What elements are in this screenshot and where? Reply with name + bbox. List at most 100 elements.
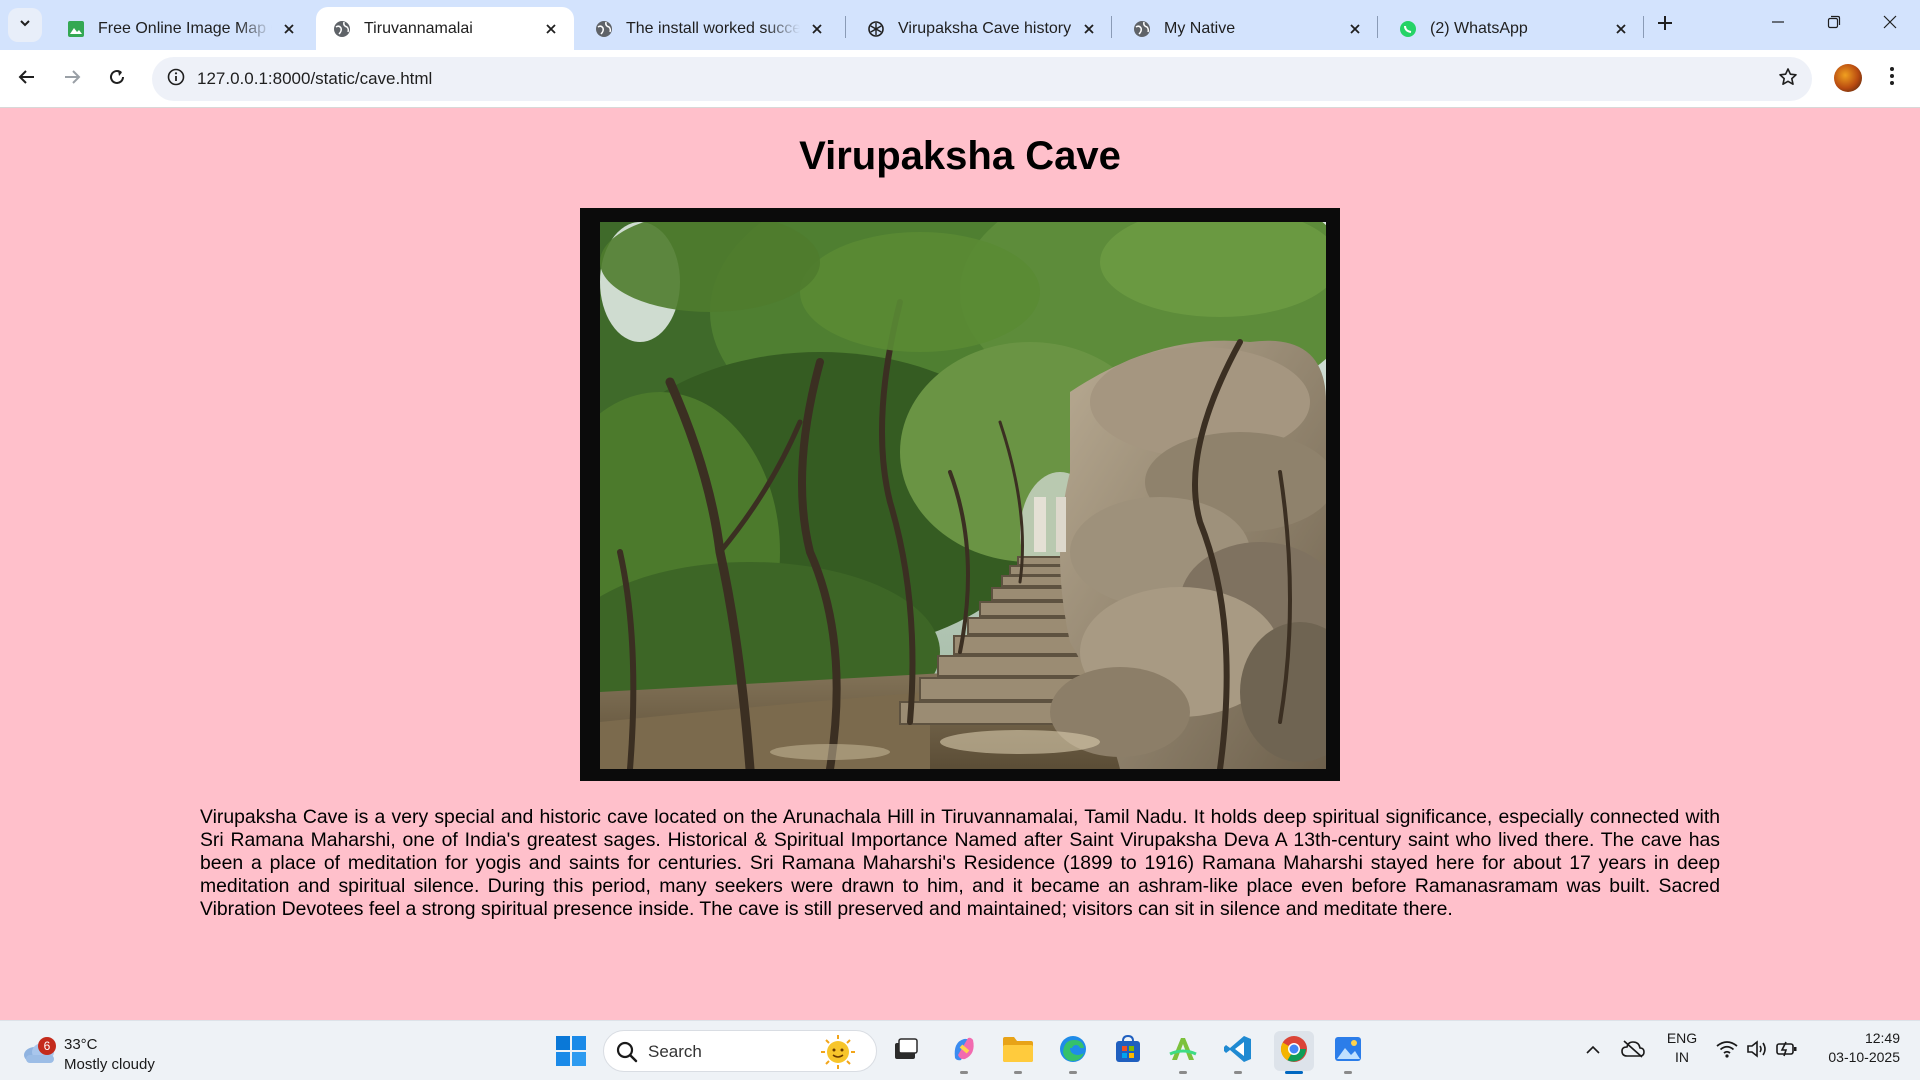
taskbar-search[interactable]: Search bbox=[603, 1030, 877, 1072]
tab-strip: Free Online Image Map Ge Tiruvannamalai … bbox=[0, 0, 1920, 50]
wifi-icon bbox=[1716, 1040, 1738, 1063]
tab-image-map[interactable]: Free Online Image Map Ge bbox=[50, 7, 312, 50]
clock-time: 12:49 bbox=[1864, 1030, 1900, 1046]
weather-temperature: 33°C bbox=[64, 1036, 98, 1053]
tab-tiruvannamalai[interactable]: Tiruvannamalai bbox=[316, 7, 574, 50]
tab-separator bbox=[845, 16, 846, 38]
sun-icon bbox=[818, 1034, 858, 1075]
tab-whatsapp[interactable]: (2) WhatsApp bbox=[1382, 7, 1644, 50]
running-indicator bbox=[1069, 1071, 1077, 1074]
photos-button[interactable] bbox=[1330, 1033, 1366, 1069]
url-text[interactable]: 127.0.0.1:8000/static/cave.html bbox=[197, 69, 432, 89]
battery-status[interactable] bbox=[1774, 1039, 1800, 1063]
minimize-button[interactable] bbox=[1750, 0, 1806, 48]
clock[interactable]: 12:49 03-10-2025 bbox=[1810, 1029, 1900, 1067]
back-button[interactable] bbox=[9, 61, 45, 97]
image-icon bbox=[66, 19, 86, 39]
globe-icon bbox=[332, 19, 352, 39]
close-window-button[interactable] bbox=[1862, 0, 1918, 48]
forward-button[interactable] bbox=[54, 61, 90, 97]
android-studio-button[interactable] bbox=[1165, 1033, 1201, 1069]
running-indicator bbox=[1014, 1071, 1022, 1074]
tab-install-worked[interactable]: The install worked successfully bbox=[578, 7, 840, 50]
folder-icon bbox=[1002, 1035, 1034, 1068]
speaker-icon bbox=[1746, 1039, 1768, 1063]
vscode-icon bbox=[1223, 1034, 1253, 1069]
more-vert-icon bbox=[1889, 66, 1895, 91]
language-line1: ENG bbox=[1666, 1030, 1698, 1046]
new-tab-button[interactable] bbox=[1650, 10, 1680, 40]
tab-title: My Native bbox=[1164, 19, 1236, 37]
tab-title: (2) WhatsApp bbox=[1430, 19, 1528, 37]
show-hidden-icons-button[interactable] bbox=[1580, 1039, 1606, 1063]
language-indicator[interactable]: ENG IN bbox=[1660, 1029, 1704, 1067]
battery-charging-icon bbox=[1776, 1040, 1798, 1063]
chatgpt-icon bbox=[866, 19, 886, 39]
address-bar[interactable]: 127.0.0.1:8000/static/cave.html bbox=[152, 57, 1812, 101]
tab-title: Tiruvannamalai bbox=[364, 19, 473, 37]
whatsapp-icon bbox=[1398, 19, 1418, 39]
profile-avatar[interactable] bbox=[1834, 64, 1862, 92]
tab-title: Free Online Image Map Ge bbox=[98, 19, 272, 37]
close-icon[interactable] bbox=[540, 18, 562, 40]
tab-separator bbox=[1377, 16, 1378, 38]
cloud-off-icon bbox=[1621, 1039, 1645, 1063]
plus-icon bbox=[1657, 15, 1673, 36]
tab-search-button[interactable] bbox=[8, 8, 42, 42]
start-button[interactable] bbox=[555, 1035, 587, 1067]
web-page: Virupaksha Cave Virupaksha Cave is a ver… bbox=[0, 108, 1920, 1020]
onedrive-status[interactable] bbox=[1620, 1039, 1646, 1063]
bookmark-button[interactable] bbox=[1772, 63, 1804, 95]
active-indicator bbox=[1285, 1071, 1303, 1074]
browser-menu-button[interactable] bbox=[1876, 62, 1908, 94]
close-icon[interactable] bbox=[1344, 18, 1366, 40]
running-indicator bbox=[1179, 1071, 1187, 1074]
language-line2: IN bbox=[1675, 1049, 1689, 1065]
reload-button[interactable] bbox=[99, 61, 135, 97]
tab-virupaksha-history[interactable]: Virupaksha Cave history bbox=[850, 7, 1112, 50]
close-icon[interactable] bbox=[1610, 18, 1632, 40]
back-arrow-icon bbox=[18, 68, 36, 91]
close-icon[interactable] bbox=[278, 18, 300, 40]
chrome-icon bbox=[1279, 1034, 1309, 1069]
cave-description: Virupaksha Cave is a very special and hi… bbox=[200, 806, 1720, 920]
cave-photo-frame bbox=[580, 208, 1340, 781]
store-button[interactable] bbox=[1110, 1033, 1146, 1069]
restore-icon bbox=[1827, 15, 1841, 34]
file-explorer-button[interactable] bbox=[1000, 1033, 1036, 1069]
chrome-button[interactable] bbox=[1274, 1031, 1314, 1071]
page-title: Virupaksha Cave bbox=[799, 134, 1121, 178]
edge-button[interactable] bbox=[1055, 1033, 1091, 1069]
running-indicator bbox=[960, 1071, 968, 1074]
close-icon[interactable] bbox=[1078, 18, 1100, 40]
running-indicator bbox=[1344, 1071, 1352, 1074]
tab-title: Virupaksha Cave history bbox=[898, 19, 1072, 37]
close-icon[interactable] bbox=[806, 18, 828, 40]
network-status[interactable] bbox=[1714, 1039, 1740, 1063]
browser-toolbar: 127.0.0.1:8000/static/cave.html bbox=[0, 50, 1920, 108]
android-studio-icon bbox=[1168, 1034, 1198, 1069]
tab-title: The install worked successfully bbox=[626, 19, 800, 37]
edge-icon bbox=[1058, 1034, 1088, 1069]
chevron-up-icon bbox=[1586, 1042, 1600, 1060]
clock-date: 03-10-2025 bbox=[1828, 1049, 1900, 1065]
task-view-button[interactable] bbox=[888, 1033, 924, 1069]
vscode-button[interactable] bbox=[1220, 1033, 1256, 1069]
photos-icon bbox=[1333, 1034, 1363, 1069]
task-view-icon bbox=[893, 1037, 919, 1066]
store-icon bbox=[1113, 1034, 1143, 1069]
star-icon bbox=[1778, 67, 1798, 92]
tab-my-native[interactable]: My Native bbox=[1116, 7, 1378, 50]
windows-logo-icon bbox=[555, 1036, 587, 1071]
globe-icon bbox=[1132, 19, 1152, 39]
site-info-button[interactable] bbox=[160, 63, 192, 95]
copilot-button[interactable] bbox=[946, 1033, 982, 1069]
globe-icon bbox=[594, 19, 614, 39]
weather-widget[interactable]: 6 33°C Mostly cloudy bbox=[18, 1029, 178, 1073]
minimize-icon bbox=[1771, 15, 1785, 34]
chevron-down-icon bbox=[18, 16, 32, 35]
restore-button[interactable] bbox=[1806, 0, 1862, 48]
windows-taskbar: 6 33°C Mostly cloudy Search ENG IN 12:49… bbox=[0, 1020, 1920, 1080]
volume-status[interactable] bbox=[1744, 1039, 1770, 1063]
weather-badge: 6 bbox=[38, 1037, 56, 1055]
